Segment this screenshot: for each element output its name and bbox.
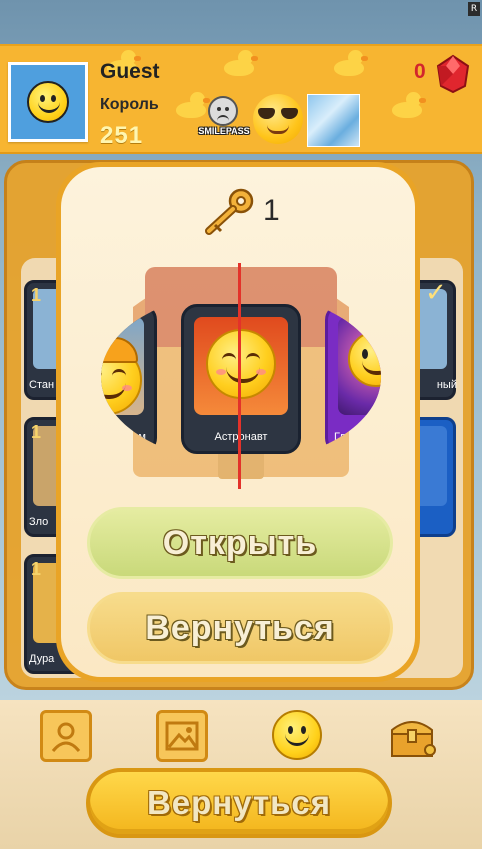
reel-card: Гл [325, 304, 381, 454]
gem-count: 0 [414, 60, 426, 83]
sunglasses-emoji-icon[interactable] [253, 94, 303, 144]
rank-title: Король [100, 96, 159, 113]
sky-background-tile[interactable] [307, 94, 360, 147]
open-chest-dialog: 1 ом Астронавт [56, 162, 420, 682]
sad-face-icon [208, 96, 238, 126]
profile-nav-button[interactable] [40, 710, 92, 762]
emoji-reel: ом Астронавт Гл [101, 292, 381, 462]
back-button[interactable]: Вернуться [86, 768, 392, 838]
reel-card-selected: Астронавт [181, 304, 301, 454]
astronaut-emoji-icon [206, 329, 276, 399]
username: Guest [100, 60, 160, 83]
smilepass-label: SMILEPASS [198, 126, 250, 136]
score-value: 251 [100, 122, 144, 149]
corner-badge: R [468, 2, 480, 16]
smilepass-badge[interactable]: SMILEPASS [197, 96, 251, 140]
duck-decoration [222, 50, 258, 76]
checkmark-icon: ✓ [425, 278, 447, 308]
key-icon [205, 188, 254, 235]
ruby-gem-icon [436, 54, 470, 94]
dialog-body: 1 ом Астронавт [61, 167, 415, 677]
reel-indicator-line [238, 263, 241, 489]
key-counter: 1 [201, 188, 280, 235]
open-button[interactable]: Открыть [87, 507, 393, 579]
gallery-icon [165, 721, 199, 751]
return-button[interactable]: Вернуться [87, 592, 393, 664]
key-count: 1 [263, 194, 280, 227]
treasure-chest-icon[interactable] [386, 712, 438, 760]
duck-decoration [390, 92, 426, 118]
smiley-avatar-icon [27, 81, 69, 123]
duck-decoration [332, 50, 368, 76]
smiley-nav-button[interactable] [272, 710, 322, 760]
gallery-nav-button[interactable] [156, 710, 208, 762]
profile-header: Guest Король 251 SMILEPASS 0 [0, 44, 482, 154]
profile-icon [51, 722, 81, 752]
avatar[interactable] [8, 62, 88, 142]
reel-card: ом [101, 304, 157, 454]
